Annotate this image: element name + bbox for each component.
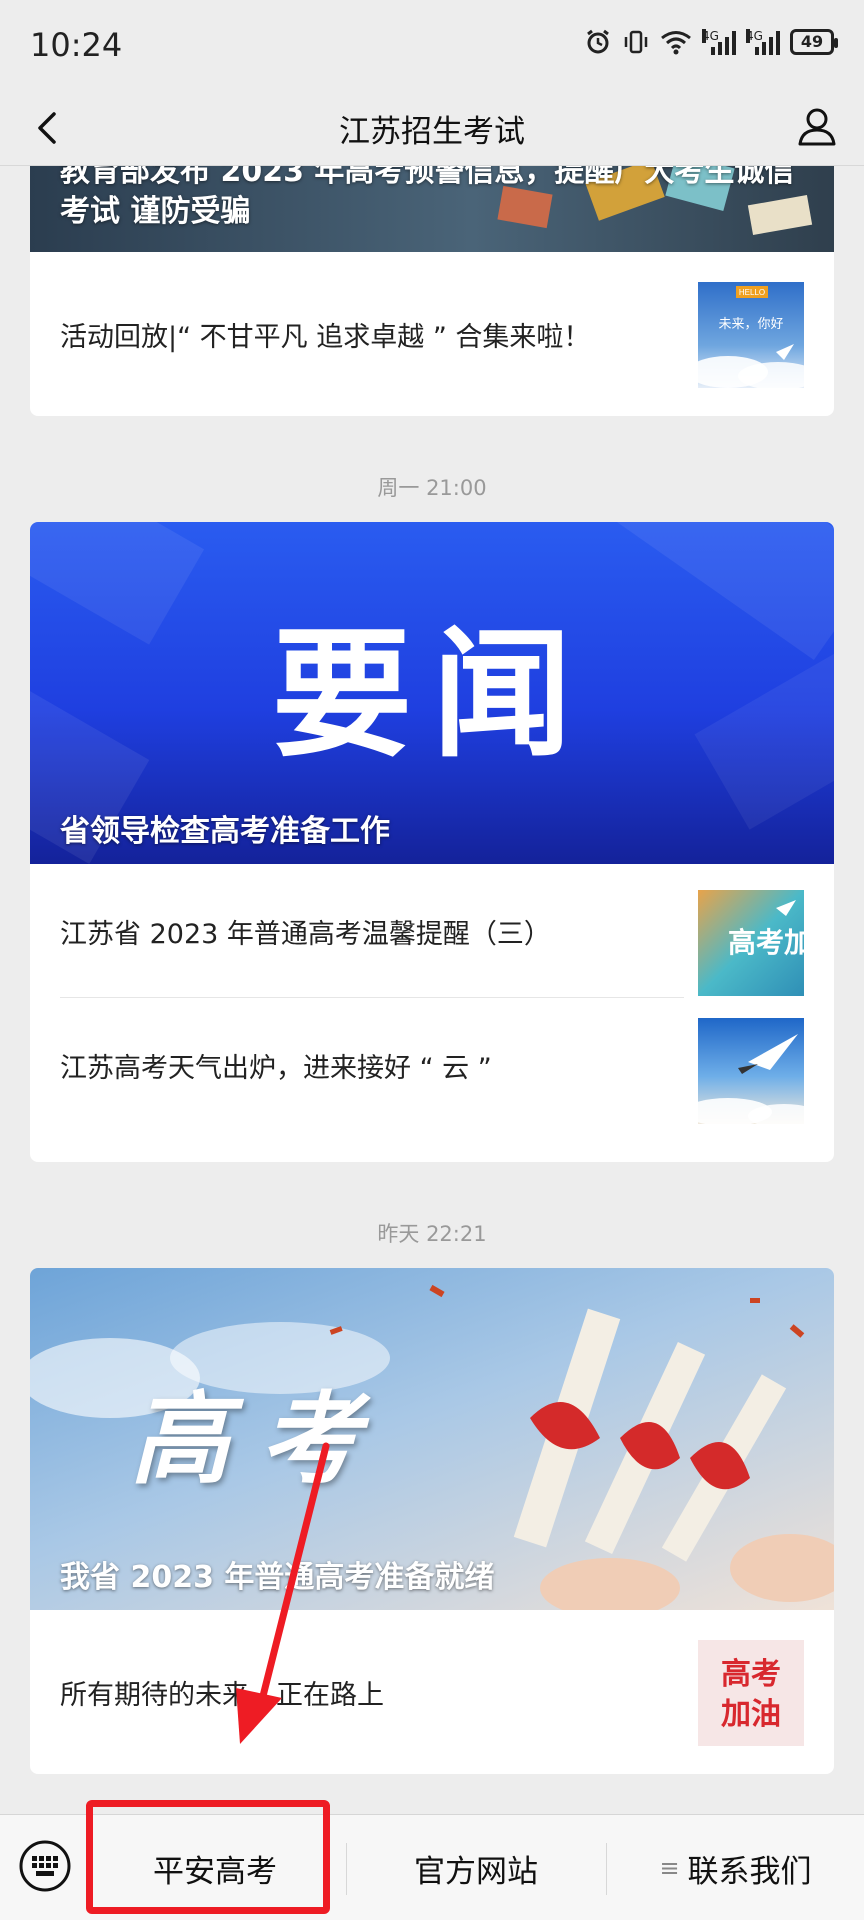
cell-signal-1-icon: 4G bbox=[702, 29, 736, 55]
article-card-1[interactable]: 教育部发布 2023 年高考预警信息，提醒广大考生诚信考试 谨防受骗 活动回放|… bbox=[30, 130, 834, 416]
article-cover-2[interactable]: 要闻 省领导检查高考准备工作 bbox=[30, 522, 834, 864]
status-bar: 10:24 4G 4G 49 bbox=[0, 0, 864, 92]
timestamp: 周一 21:00 bbox=[377, 476, 487, 500]
keyboard-toggle-icon[interactable] bbox=[18, 1839, 72, 1893]
article-card-2[interactable]: 要闻 省领导检查高考准备工作 江苏省 2023 年普通高考温馨提醒（三） 高考加… bbox=[30, 522, 834, 1162]
svg-text:加油: 加油 bbox=[721, 1697, 781, 1732]
article-row[interactable]: 活动回放|“ 不甘平凡 追求卓越 ” 合集来啦！ HELLO 未来，你好 bbox=[30, 252, 834, 416]
article-row-title[interactable]: 江苏省 2023 年普通高考温馨提醒（三） bbox=[60, 864, 700, 998]
page-title: 江苏招生考试 bbox=[339, 114, 525, 150]
profile-icon[interactable] bbox=[792, 102, 842, 152]
wifi-icon bbox=[661, 31, 691, 55]
svg-text:未来，你好: 未来，你好 bbox=[718, 317, 783, 332]
status-time: 10:24 bbox=[30, 26, 123, 64]
cell-signal-1-label: 4G bbox=[702, 29, 719, 43]
svg-text:HELLO: HELLO bbox=[739, 288, 765, 297]
article-row[interactable]: 江苏高考天气出炉，进来接好 “ 云 ” bbox=[30, 998, 834, 1148]
nav-bar: 江苏招生考试 bbox=[0, 92, 864, 166]
thumbnail-exam-graphic: 高考加 bbox=[728, 900, 804, 959]
thumbnail-cloud-graphic: HELLO 未来，你好 bbox=[698, 286, 804, 388]
highlight-box bbox=[86, 1800, 330, 1914]
cell-signal-2-icon: 4G bbox=[746, 29, 780, 55]
status-icons: 4G 4G 49 bbox=[584, 28, 838, 56]
menu-item-label: 官方网站 bbox=[414, 1853, 538, 1890]
thumbnail-cheer-graphic: 高考 加油 bbox=[721, 1657, 781, 1732]
article-cover-title-3[interactable]: 我省 2023 年普通高考准备就绪 bbox=[60, 1552, 494, 1596]
article-row[interactable]: 所有期待的未来，正在路上 高考 加油 bbox=[30, 1610, 834, 1774]
cell-signal-2-label: 4G bbox=[746, 29, 763, 43]
article-thumbnail[interactable]: 高考 加油 bbox=[698, 1640, 804, 1746]
timestamp: 昨天 22:21 bbox=[377, 1222, 487, 1246]
article-card-3[interactable]: 高考 我省 2023 年普通高考准备就绪 所有期待的未来，正在路上 高考 加油 bbox=[30, 1268, 834, 1774]
article-row-title[interactable]: 江苏高考天气出炉，进来接好 “ 云 ” bbox=[60, 998, 700, 1132]
menu-item-official-site[interactable]: 官方网站 bbox=[347, 1815, 605, 1920]
thumbnail-text: 高考加 bbox=[728, 926, 804, 959]
svg-text:高考: 高考 bbox=[721, 1657, 781, 1692]
article-thumbnail[interactable] bbox=[698, 1018, 804, 1124]
battery-level: 49 bbox=[800, 32, 824, 51]
thumbnail-plane-graphic bbox=[698, 1034, 804, 1124]
menu-item-contact-us[interactable]: ≡ 联系我们 bbox=[607, 1815, 864, 1920]
menu-item-label: 联系我们 bbox=[687, 1853, 812, 1890]
article-row[interactable]: 江苏省 2023 年普通高考温馨提醒（三） 高考加 bbox=[30, 864, 834, 998]
submenu-icon: ≡ bbox=[659, 1854, 680, 1882]
battery-icon: 49 bbox=[790, 29, 838, 55]
alarm-icon bbox=[587, 29, 609, 54]
cover-big-text: 高考 bbox=[130, 1380, 390, 1498]
article-cover-3[interactable]: 高考 我省 2023 年普通高考准备就绪 bbox=[30, 1268, 834, 1610]
cover-big-text: 要闻 bbox=[271, 613, 592, 777]
article-thumbnail[interactable]: 高考加 bbox=[698, 890, 804, 996]
article-row-title[interactable]: 活动回放|“ 不甘平凡 追求卓越 ” 合集来啦！ bbox=[60, 252, 700, 416]
article-thumbnail[interactable]: HELLO 未来，你好 bbox=[698, 282, 804, 388]
vibrate-icon bbox=[624, 30, 648, 54]
article-cover-title-2[interactable]: 省领导检查高考准备工作 bbox=[60, 806, 390, 850]
article-row-title[interactable]: 所有期待的未来，正在路上 bbox=[60, 1610, 700, 1774]
